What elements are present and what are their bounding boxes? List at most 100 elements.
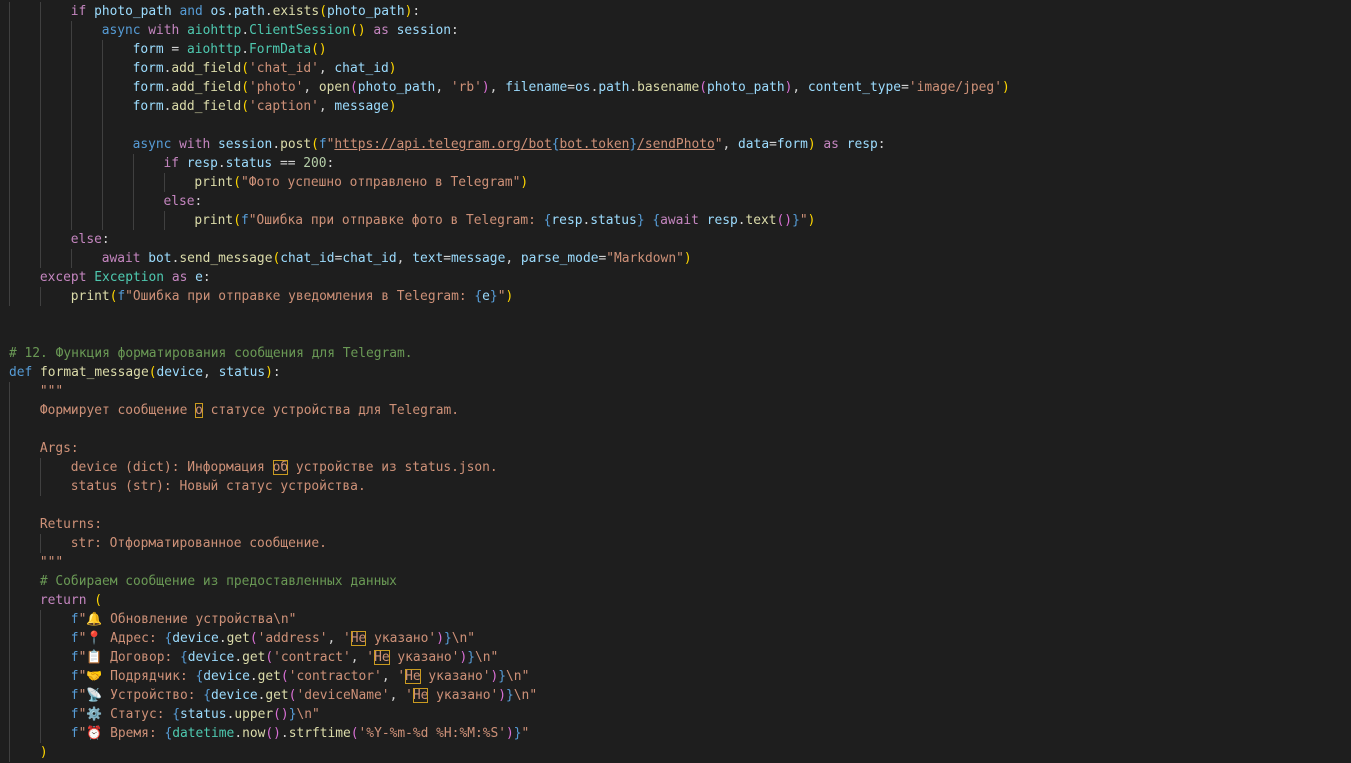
indent-guide bbox=[132, 173, 134, 192]
code-editor[interactable]: if photo_path and os.path.exists(photo_p… bbox=[0, 0, 1351, 763]
code-token: ) bbox=[683, 251, 692, 266]
code-token: { bbox=[474, 289, 483, 304]
indent-guide bbox=[9, 496, 10, 515]
code-token: await bbox=[101, 251, 149, 266]
code-token: device bbox=[187, 650, 235, 665]
code-token: print bbox=[194, 175, 234, 190]
code-token: "Markdown" bbox=[606, 251, 684, 266]
indent-guide bbox=[39, 534, 41, 553]
code-token: ( bbox=[280, 669, 289, 684]
code-token: f bbox=[70, 612, 79, 627]
code-token: resp bbox=[706, 213, 738, 228]
code-token: strftime bbox=[288, 726, 351, 741]
code-token: ( bbox=[349, 80, 358, 95]
indent-guide bbox=[39, 2, 41, 21]
code-line: form.add_field('caption', message) bbox=[133, 97, 397, 116]
code-token: ' bbox=[366, 650, 375, 665]
code-token: } bbox=[629, 137, 638, 152]
code-token: f bbox=[318, 137, 327, 152]
code-token: ( bbox=[319, 4, 327, 19]
code-line: await bot.send_message(chat_id=chat_id, … bbox=[102, 249, 692, 268]
indent-guide bbox=[9, 59, 10, 78]
code-token: указано' bbox=[428, 688, 499, 703]
indent-guide bbox=[70, 154, 72, 173]
code-token: format_message bbox=[40, 365, 149, 380]
code-token: ) bbox=[265, 365, 273, 380]
code-token: basename bbox=[637, 80, 700, 95]
code-token: as bbox=[815, 137, 847, 152]
code-token: text bbox=[745, 213, 777, 228]
code-token: \n" bbox=[474, 650, 499, 665]
indent-guide bbox=[101, 40, 103, 59]
code-token: { bbox=[203, 688, 212, 703]
code-token: : bbox=[101, 232, 110, 247]
indent-guide bbox=[39, 629, 41, 648]
code-token: ( bbox=[241, 99, 250, 114]
indent-guide bbox=[70, 21, 72, 40]
indent-guide bbox=[9, 515, 10, 534]
code-token: f bbox=[70, 631, 79, 646]
code-token: "📋 Договор: bbox=[78, 650, 180, 665]
code-line: print(f"Ошибка при отправке фото в Teleg… bbox=[194, 211, 815, 230]
code-token: = bbox=[567, 80, 576, 95]
code-token: print bbox=[70, 289, 110, 304]
code-token: " bbox=[521, 726, 530, 741]
code-token: device bbox=[156, 365, 204, 380]
indent-guide bbox=[39, 648, 41, 667]
code-line: # 12. Функция форматирования сообщения д… bbox=[9, 344, 413, 363]
code-token: "📡 Устройство: bbox=[78, 688, 204, 703]
code-token: } bbox=[792, 213, 800, 228]
code-line: f"📋 Договор: {device.get('contract', 'Не… bbox=[71, 648, 498, 667]
code-token: f bbox=[117, 289, 126, 304]
indent-guide bbox=[101, 135, 103, 154]
code-token: form bbox=[776, 137, 808, 152]
code-token: aiohttp bbox=[187, 23, 242, 38]
code-token: \n" bbox=[506, 669, 530, 684]
code-token: open bbox=[318, 80, 350, 95]
code-token: ( bbox=[699, 80, 708, 95]
code-token: . bbox=[737, 213, 746, 228]
indent-guide bbox=[39, 78, 41, 97]
code-line: Returns: bbox=[40, 515, 102, 534]
code-token: ' bbox=[405, 688, 413, 703]
code-token: : bbox=[326, 156, 335, 171]
indent-guide bbox=[70, 192, 72, 211]
indent-guide bbox=[101, 192, 103, 211]
code-token: as bbox=[365, 23, 397, 38]
code-token: . bbox=[264, 4, 273, 19]
code-token: статусе устройства для Telegram. bbox=[202, 403, 459, 418]
code-line: f"⏰ Время: {datetime.now().strftime('%Y-… bbox=[71, 724, 530, 743]
indent-guide bbox=[39, 705, 41, 724]
indent-guide bbox=[70, 173, 72, 192]
code-line: async with aiohttp.ClientSession() as se… bbox=[102, 21, 459, 40]
code-token: : bbox=[194, 194, 203, 209]
indent-guide bbox=[9, 287, 10, 306]
indent-guide bbox=[70, 211, 72, 230]
indent-guide bbox=[9, 667, 10, 686]
code-token: = bbox=[443, 251, 451, 266]
indent-guide bbox=[70, 135, 72, 154]
code-line: ) bbox=[40, 743, 48, 762]
indent-guide bbox=[39, 59, 41, 78]
code-token: status (str): Новый статус устройства. bbox=[70, 479, 366, 494]
code-token: () bbox=[273, 707, 289, 722]
code-token: chat_id bbox=[334, 61, 389, 76]
code-token: , bbox=[303, 80, 319, 95]
code-token: ) bbox=[1001, 80, 1010, 95]
indent-guide bbox=[9, 591, 10, 610]
indent-guide bbox=[9, 230, 10, 249]
code-token: "🔔 Обновление устройства\n" bbox=[78, 612, 297, 627]
code-token: . bbox=[249, 669, 258, 684]
indent-guide bbox=[9, 116, 10, 135]
indent-guide bbox=[9, 629, 10, 648]
code-token: , bbox=[350, 650, 367, 665]
code-line: Формирует сообщение о статусе устройства… bbox=[40, 401, 459, 420]
code-token: 'caption' bbox=[249, 99, 319, 114]
code-token: add_field bbox=[171, 61, 242, 76]
code-token: ) bbox=[39, 745, 48, 760]
code-token: content_type bbox=[807, 80, 902, 95]
code-token: ( bbox=[233, 175, 241, 190]
code-line: print(f"Ошибка при отправке уведомления … bbox=[71, 287, 513, 306]
code-token: } bbox=[489, 289, 498, 304]
code-token: parse_mode bbox=[520, 251, 599, 266]
